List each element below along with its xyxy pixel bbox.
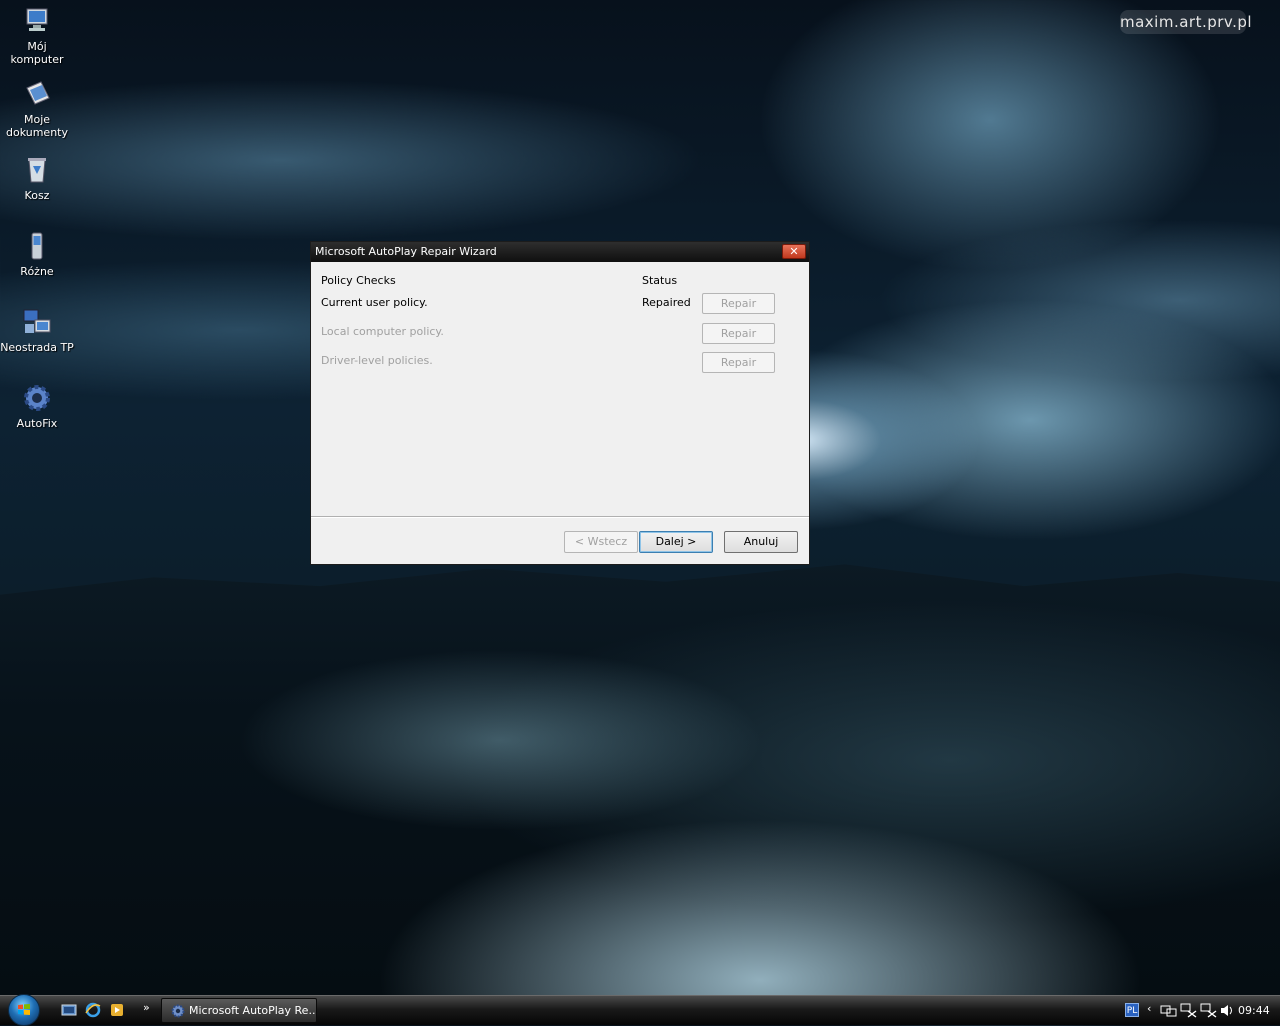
documents-icon: [26, 81, 50, 105]
recycle-bin-icon: [28, 158, 46, 183]
network-icon[interactable]: [1160, 1003, 1178, 1018]
policy-local-computer-label: Local computer policy.: [321, 325, 444, 338]
desktop-icon-label: AutoFix: [16, 417, 58, 430]
taskbar: » Microsoft AutoPlay Re... PL ‹ 09:44: [0, 994, 1280, 1026]
header-status: Status: [642, 274, 678, 287]
cancel-button[interactable]: Anuluj: [724, 531, 798, 553]
desktop-icon-label: Neostrada TP: [0, 341, 74, 354]
back-button[interactable]: < Wstecz: [564, 531, 638, 553]
desktop-icon-label: Różne: [20, 265, 54, 278]
desktop-icon-neostrada[interactable]: Neostrada TP: [0, 306, 74, 354]
desktop-icon-label: Moje dokumenty: [6, 113, 68, 139]
dialog-separator: [311, 516, 809, 518]
phone-icon: [31, 232, 43, 260]
media-player-icon[interactable]: [109, 1002, 125, 1018]
policy-current-user-status: Repaired: [642, 296, 691, 309]
wallpaper-watermark: maxim.art.prv.pl: [1120, 10, 1252, 34]
quick-launch-more-button[interactable]: »: [143, 1001, 150, 1014]
repair-driver-level-button[interactable]: Repair: [702, 352, 775, 373]
show-desktop-icon[interactable]: [61, 1002, 77, 1018]
tray-expand-button[interactable]: ‹: [1147, 1002, 1151, 1015]
clock[interactable]: 09:44: [1238, 996, 1270, 1025]
taskbar-item-autoplay-wizard[interactable]: Microsoft AutoPlay Re...: [161, 998, 317, 1023]
start-button[interactable]: [8, 994, 40, 1026]
policy-driver-level-label: Driver-level policies.: [321, 354, 433, 367]
desktop-icon-autofix[interactable]: AutoFix: [0, 382, 74, 430]
network-disconnected-icon[interactable]: [1180, 1003, 1198, 1018]
desktop-icon-my-documents[interactable]: Moje dokumenty: [0, 78, 74, 139]
repair-local-computer-button[interactable]: Repair: [702, 323, 775, 344]
volume-icon[interactable]: [1219, 1003, 1235, 1018]
windows-flag-icon: [18, 1004, 30, 1015]
dialog-title: Microsoft AutoPlay Repair Wizard: [315, 245, 497, 258]
gear-icon: [24, 385, 50, 411]
header-policy-checks: Policy Checks: [321, 274, 396, 287]
desktop-icon-label: Kosz: [24, 189, 50, 202]
repair-current-user-button[interactable]: Repair: [702, 293, 775, 314]
system-tray: PL ‹ 09:44: [1122, 996, 1280, 1025]
close-button[interactable]: ✕: [782, 244, 806, 259]
dialog-content: Policy Checks Status Current user policy…: [311, 262, 809, 517]
desktop-icon-my-computer[interactable]: Mój komputer: [0, 5, 74, 66]
policy-current-user-label: Current user policy.: [321, 296, 428, 309]
wallpaper-hills: [0, 564, 1280, 995]
computer-icon: [26, 8, 48, 31]
autoplay-repair-dialog: Microsoft AutoPlay Repair Wizard ✕ Polic…: [310, 241, 810, 565]
internet-explorer-icon[interactable]: [85, 1002, 101, 1018]
desktop-icon-misc[interactable]: Różne: [0, 230, 74, 278]
gear-icon: [171, 1004, 185, 1018]
dialog-titlebar[interactable]: Microsoft AutoPlay Repair Wizard ✕: [311, 242, 809, 262]
desktop-icon-recycle-bin[interactable]: Kosz: [0, 154, 74, 202]
desktop-icon-label: Mój komputer: [10, 40, 64, 66]
network-disconnected-icon[interactable]: [1200, 1003, 1218, 1018]
language-indicator[interactable]: PL: [1125, 1003, 1139, 1017]
taskbar-item-label: Microsoft AutoPlay Re...: [189, 1004, 317, 1017]
network-icon: [23, 309, 51, 333]
next-button[interactable]: Dalej >: [639, 531, 713, 553]
